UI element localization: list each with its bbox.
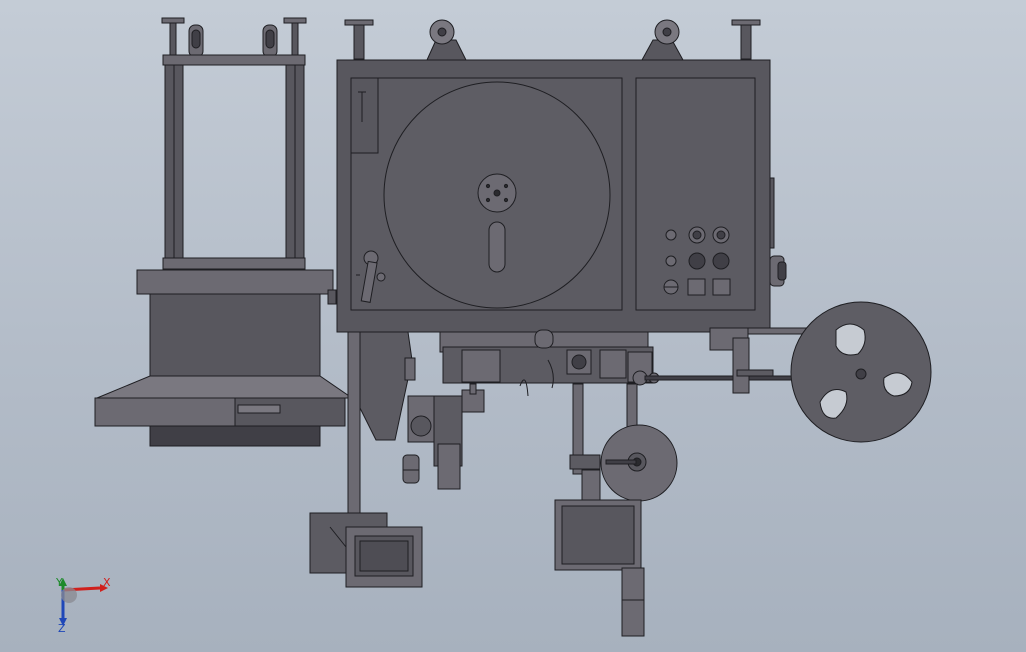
drum-base: [94, 269, 354, 447]
right-monitor: [554, 499, 645, 637]
machine-drawing[interactable]: [0, 0, 1026, 652]
right-supply-reel: [790, 301, 932, 443]
cad-viewport[interactable]: X Y Z: [0, 0, 1026, 652]
left-frame-tower: [161, 17, 307, 271]
y-axis-label: Y: [56, 576, 63, 589]
z-axis-label: Z: [58, 622, 66, 635]
main-cabinet: [336, 19, 787, 333]
left-monitor: [309, 512, 423, 588]
lower-mechanism: [347, 327, 809, 523]
axis-triad: [59, 578, 108, 626]
x-axis-label: X: [103, 576, 111, 589]
